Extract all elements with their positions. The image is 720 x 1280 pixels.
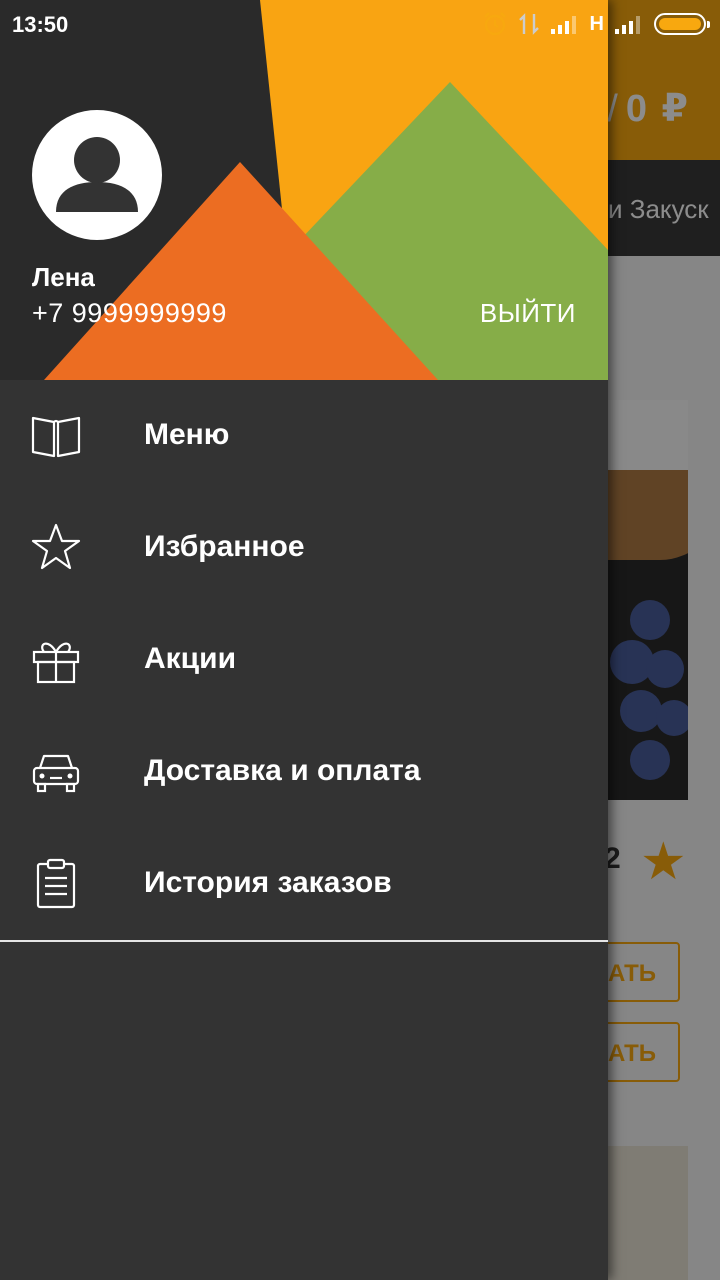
status-bar: 13:50 H [0, 0, 720, 48]
user-name: Лена [32, 262, 95, 292]
user-phone: +7 9999999999 [32, 298, 227, 328]
signal-icon [550, 16, 576, 34]
car-icon [32, 754, 80, 793]
user-icon [56, 137, 138, 212]
alarm-icon [483, 12, 506, 36]
signal-icon [615, 16, 640, 34]
menu-item-delivery[interactable]: Доставка и оплата [0, 716, 608, 828]
avatar[interactable] [32, 110, 162, 240]
menu-item-label: Доставка и оплата [144, 754, 421, 787]
navigation-drawer: Лена +7 9999999999 ВЫЙТИ Меню Избранное [0, 0, 608, 1280]
menu-item-label: Избранное [144, 530, 305, 563]
menu-item-label: Меню [144, 418, 230, 451]
drawer-menu: Меню Избранное Акции Доставка и оплата И… [0, 380, 608, 940]
data-transfer-icon [518, 13, 539, 35]
drawer-header: Лена +7 9999999999 ВЫЙТИ [0, 0, 608, 380]
menu-item-order-history[interactable]: История заказов [0, 828, 608, 940]
status-time: 13:50 [12, 12, 69, 37]
battery-icon [654, 13, 710, 35]
menu-item-promotions[interactable]: Акции [0, 604, 608, 716]
menu-item-label: История заказов [144, 866, 392, 899]
network-type: H [589, 12, 604, 35]
book-icon [31, 416, 81, 458]
clipboard-icon [36, 858, 76, 909]
menu-item-favorites[interactable]: Избранное [0, 492, 608, 604]
star-icon [31, 523, 81, 570]
menu-item-label: Акции [144, 642, 237, 675]
status-icons: H [482, 10, 710, 38]
logout-button[interactable]: ВЫЙТИ [480, 298, 576, 329]
menu-item-menu[interactable]: Меню [0, 380, 608, 492]
gift-icon [32, 642, 80, 684]
menu-divider [0, 940, 608, 942]
